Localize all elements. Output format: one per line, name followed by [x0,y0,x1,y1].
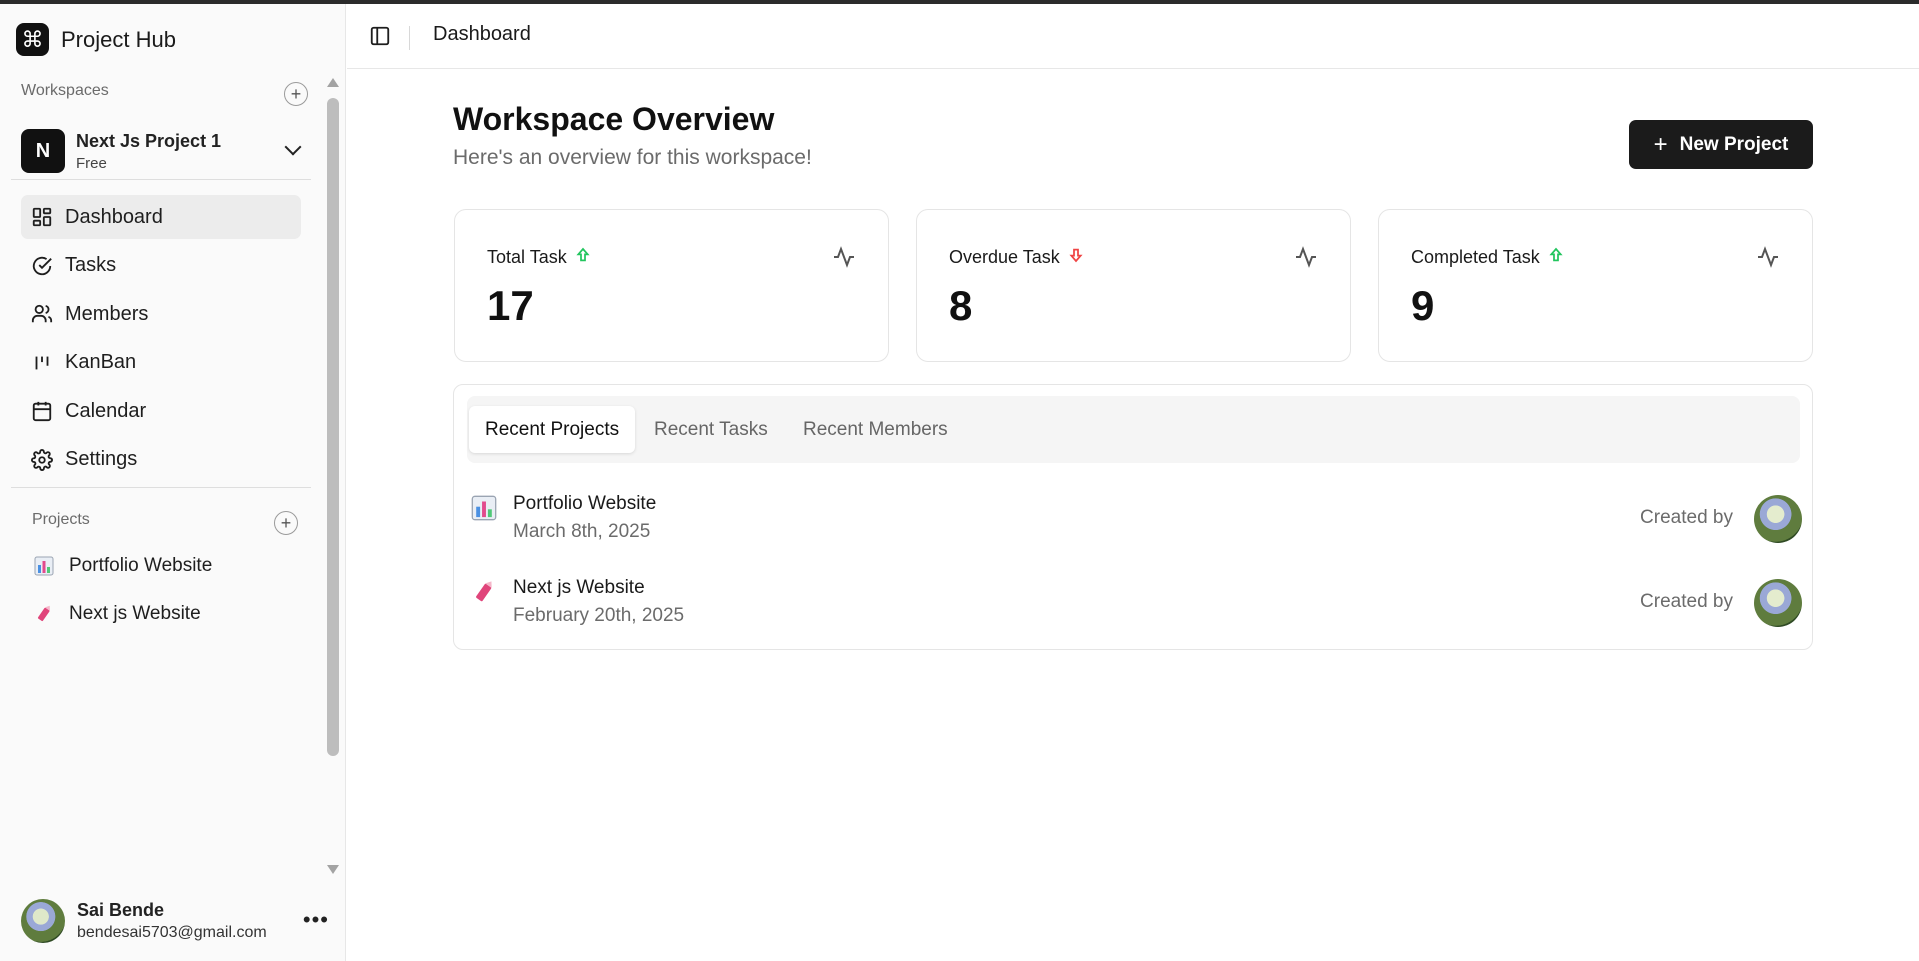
stat-value: 8 [949,282,973,329]
list-item[interactable]: Next js Website February 20th, 2025 Crea… [454,573,1812,633]
page-subtitle: Here's an overview for this workspace! [453,146,812,169]
activity-icon [832,245,856,269]
arrow-down-icon [1068,247,1084,268]
kanban-icon [31,352,53,374]
crayon-icon [471,579,497,605]
divider [409,26,410,50]
project-name: Portfolio Website [513,493,657,514]
stat-label: Total Task [487,247,567,267]
workspace-name: Next Js Project 1 [76,130,222,151]
scroll-up-arrow-icon[interactable] [327,78,339,87]
stat-value: 17 [487,282,534,329]
sidebar-project-list: Portfolio Website Next js Website [21,544,301,640]
sidebar-item-label: Settings [65,448,138,471]
sidebar-item-label: Tasks [65,254,117,277]
divider [11,179,311,180]
plus-icon: + [290,83,302,104]
sidebar-project-portfolio-website[interactable]: Portfolio Website [21,544,301,588]
tab-recent-tasks[interactable]: Recent Tasks [638,406,784,453]
add-workspace-button[interactable]: + [284,82,308,106]
sidebar-scrollbar[interactable] [326,76,340,876]
project-date: March 8th, 2025 [513,521,651,542]
command-icon: ⌘ [16,23,49,56]
sidebar-project-label: Portfolio Website [69,555,213,576]
brand[interactable]: ⌘ Project Hub [16,23,176,56]
workspaces-label: Workspaces [21,82,109,99]
project-name: Next js Website [513,577,645,598]
sidebar-item-dashboard[interactable]: Dashboard [21,195,301,239]
scroll-thumb[interactable] [327,98,339,756]
top-header: Dashboard [347,4,1919,69]
brand-name: Project Hub [61,26,176,52]
sidebar-item-kanban[interactable]: KanBan [21,341,301,385]
user-email: bendesai5703@gmail.com [77,924,267,941]
sidebar-project-label: Next js Website [69,603,201,624]
stat-card-completed-task: Completed Task 9 [1378,209,1813,362]
users-icon [31,303,53,325]
stat-label: Completed Task [1411,247,1540,267]
user-name: Sai Bende [77,900,165,920]
sidebar-item-label: Members [65,302,149,325]
created-by-label: Created by [1640,507,1733,528]
check-circle-icon [31,255,53,277]
sidebar: ⌘ Project Hub Workspaces + N Next Js Pro… [0,4,346,961]
calendar-icon [31,400,53,422]
project-date: February 20th, 2025 [513,605,685,626]
gear-icon [31,448,53,471]
sidebar-item-settings[interactable]: Settings [21,438,301,482]
recent-activity-panel: Recent Projects Recent Tasks Recent Memb… [453,384,1813,650]
more-horizontal-icon[interactable]: ••• [303,907,329,933]
scroll-down-arrow-icon[interactable] [327,865,339,874]
sidebar-toggle-icon[interactable] [369,25,391,47]
bar-chart-icon [33,556,55,576]
stat-label: Overdue Task [949,247,1060,267]
workspace-avatar: N [21,129,65,173]
breadcrumb: Dashboard [433,23,531,45]
sidebar-item-label: KanBan [65,351,137,374]
avatar [1754,495,1802,543]
user-menu[interactable]: Sai Bende bendesai5703@gmail.com ••• [21,897,331,945]
sidebar-project-next-js-website[interactable]: Next js Website [21,592,301,636]
new-project-label: New Project [1679,133,1789,155]
divider [11,487,311,488]
stat-card-overdue-task: Overdue Task 8 [916,209,1351,362]
bar-chart-icon [471,495,497,521]
sidebar-item-label: Dashboard [65,205,163,228]
workspace-switcher[interactable]: N Next Js Project 1 Free [21,125,311,177]
avatar [1754,579,1802,627]
plus-icon: + [280,512,292,533]
new-project-button[interactable]: + New Project [1629,120,1813,169]
tab-recent-members[interactable]: Recent Members [787,406,964,453]
dashboard-icon [31,206,53,228]
tab-list: Recent Projects Recent Tasks Recent Memb… [467,396,1800,463]
sidebar-item-calendar[interactable]: Calendar [21,389,301,433]
activity-icon [1294,245,1318,269]
arrow-up-icon [575,247,591,268]
workspace-plan: Free [76,154,107,172]
tab-recent-projects[interactable]: Recent Projects [469,406,636,453]
sidebar-item-label: Calendar [65,399,147,422]
crayon-icon [33,604,55,624]
list-item[interactable]: Portfolio Website March 8th, 2025 Create… [454,489,1812,549]
projects-label: Projects [32,511,90,528]
stat-card-total-task: Total Task 17 [454,209,889,362]
sidebar-item-members[interactable]: Members [21,292,301,336]
add-project-button[interactable]: + [274,511,298,535]
page-title: Workspace Overview [453,101,775,137]
arrow-up-icon [1548,247,1564,268]
activity-icon [1756,245,1780,269]
stat-value: 9 [1411,282,1435,329]
chevron-down-icon [284,138,302,156]
sidebar-nav: Dashboard Tasks Members KanBan Calendar [21,195,301,487]
sidebar-item-tasks[interactable]: Tasks [21,244,301,288]
created-by-label: Created by [1640,591,1733,612]
plus-icon: + [1653,130,1668,158]
avatar [21,899,65,943]
